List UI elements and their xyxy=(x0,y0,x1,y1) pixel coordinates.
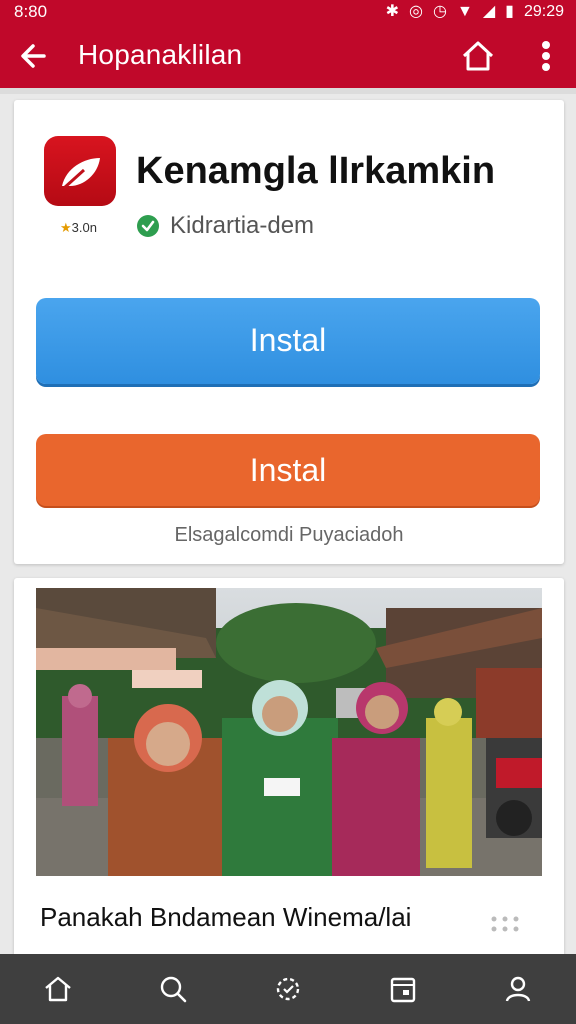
rating: ★3.0n xyxy=(60,220,97,236)
nav-refresh-button[interactable] xyxy=(262,963,314,1015)
nav-profile-button[interactable] xyxy=(492,963,544,1015)
bottom-nav xyxy=(0,954,576,1024)
developer-name[interactable]: Kidrartia-dem xyxy=(170,212,314,240)
signal-icon: ◢ xyxy=(482,3,496,20)
home-icon xyxy=(44,976,71,1002)
page-title: Hopanaklilan xyxy=(78,39,243,70)
nav-home-button[interactable] xyxy=(32,963,84,1015)
home-button[interactable] xyxy=(458,36,498,76)
back-button[interactable] xyxy=(16,38,52,74)
wifi-icon: ▼ xyxy=(456,3,473,20)
status-bar: 8:80 ✱ ◎ ◷ ▼ ◢ ▮ 29:29 xyxy=(0,0,576,24)
leaf-icon xyxy=(62,158,100,190)
status-time-left: 8:80 xyxy=(14,2,48,21)
news-photo[interactable] xyxy=(36,588,542,876)
nav-search-button[interactable] xyxy=(147,963,199,1015)
bluetooth-icon: ✱ xyxy=(385,3,400,20)
more-button[interactable] xyxy=(528,36,564,76)
village-scene-image xyxy=(36,588,542,876)
battery-icon: ▮ xyxy=(505,3,514,20)
news-title[interactable]: Panakah Bndamean Winema/lai xyxy=(40,902,411,933)
more-dots-icon xyxy=(491,916,519,932)
developer-row: Kidrartia-dem xyxy=(136,212,314,240)
verified-icon xyxy=(137,215,159,237)
arrow-left-icon xyxy=(21,44,46,68)
calendar-icon xyxy=(390,977,416,1003)
status-icons: ✱ ◎ ◷ ▼ ◢ ▮ 29:29 xyxy=(386,1,564,23)
app-card: Kenamgla lIrkamkin ★3.0n Kidrartia-dem I… xyxy=(14,100,564,564)
more-icon xyxy=(542,41,550,71)
refresh-icon xyxy=(276,977,300,1001)
divider xyxy=(0,88,576,94)
news-card[interactable]: Panakah Bndamean Winema/lai xyxy=(14,578,564,958)
home-icon xyxy=(462,41,494,71)
app-bar: Hopanaklilan xyxy=(0,24,576,88)
footnote: Elsagalcomdi Puyaciadoh xyxy=(174,524,404,546)
app-name: Kenamgla lIrkamkin xyxy=(136,150,496,192)
news-more-button[interactable] xyxy=(488,912,522,936)
search-icon xyxy=(160,976,187,1003)
nav-calendar-button[interactable] xyxy=(377,963,429,1015)
star-icon: ★ xyxy=(60,220,72,235)
alarm-icon: ◎ xyxy=(409,3,424,20)
clock-icon: ◷ xyxy=(433,3,447,20)
status-time-right: 29:29 xyxy=(523,3,564,20)
install-secondary-button[interactable]: Instal xyxy=(36,434,540,506)
rating-value: 3.0n xyxy=(71,220,97,235)
app-logo xyxy=(44,136,116,206)
profile-icon xyxy=(506,976,531,1002)
install-button[interactable]: Instal xyxy=(36,298,540,384)
